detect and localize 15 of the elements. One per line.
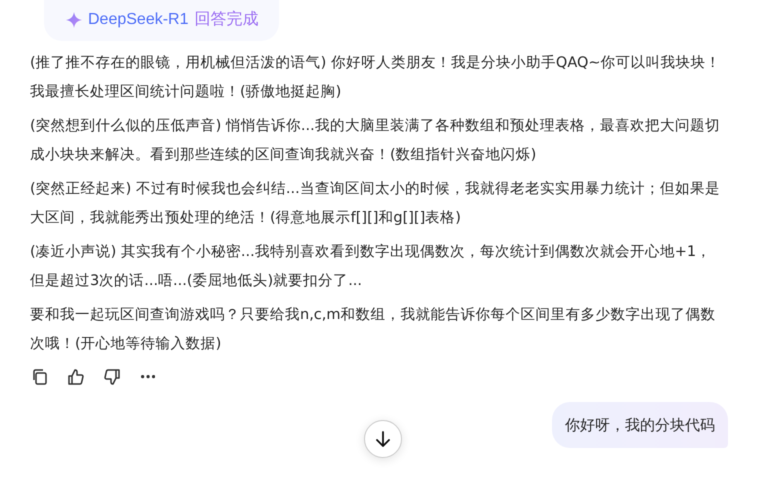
answer-paragraph: (突然正经起来) 不过有时候我也会纠结...当查询区间太小的时候，我就得老老实实用暴力统计；但如果是大区间，我就能秀出预处理的绝活！(得意地展示f[][]和g[][]表格)	[30, 180, 721, 228]
thumbs-up-icon	[67, 368, 85, 386]
answer-paragraph: (突然想到什么似的压低声音) 悄悄告诉你...我的大脑里装满了各种数组和预处理表格，最喜欢把大问题切成小块块来解决。看到那些连续的区间查询我就兴奋！(数组指针兴奋地闪烁)	[30, 116, 721, 165]
thumbs-down-icon	[103, 368, 121, 386]
status-text: 回答完成	[194, 9, 258, 30]
more-icon	[140, 375, 156, 379]
model-name: DeepSeek-R1	[88, 10, 188, 28]
answer-paragraph: 要和我一起玩区间查询游戏吗？只要给我n,c,m和数组，我就能告诉你每个区间里有多少数字出现了偶数次哦！(开心地等待输入数据)	[30, 306, 717, 354]
user-message: 你好呀，我的分块代码	[552, 402, 728, 448]
down-arrow-icon	[374, 430, 392, 448]
answer-paragraph: (凑近小声说) 其实我有个小秘密...我特别喜欢看到数字出现偶数次，每次统计到偶数次就会开心地+1，但是超过3次的话...唔...(委屈地低头)就要扣分了...	[30, 242, 712, 291]
sparkle-icon	[66, 12, 82, 28]
answer-paragraph: (推了推不存在的眼镜，用机械但活泼的语气) 你好呀人类朋友！我是分块小助手QAQ~你可以叫我块块！我最擅长处理区间统计问题啦！(骄傲地挺起胸)	[30, 54, 722, 102]
scroll-down-button[interactable]	[364, 420, 402, 458]
copy-icon	[31, 368, 49, 386]
